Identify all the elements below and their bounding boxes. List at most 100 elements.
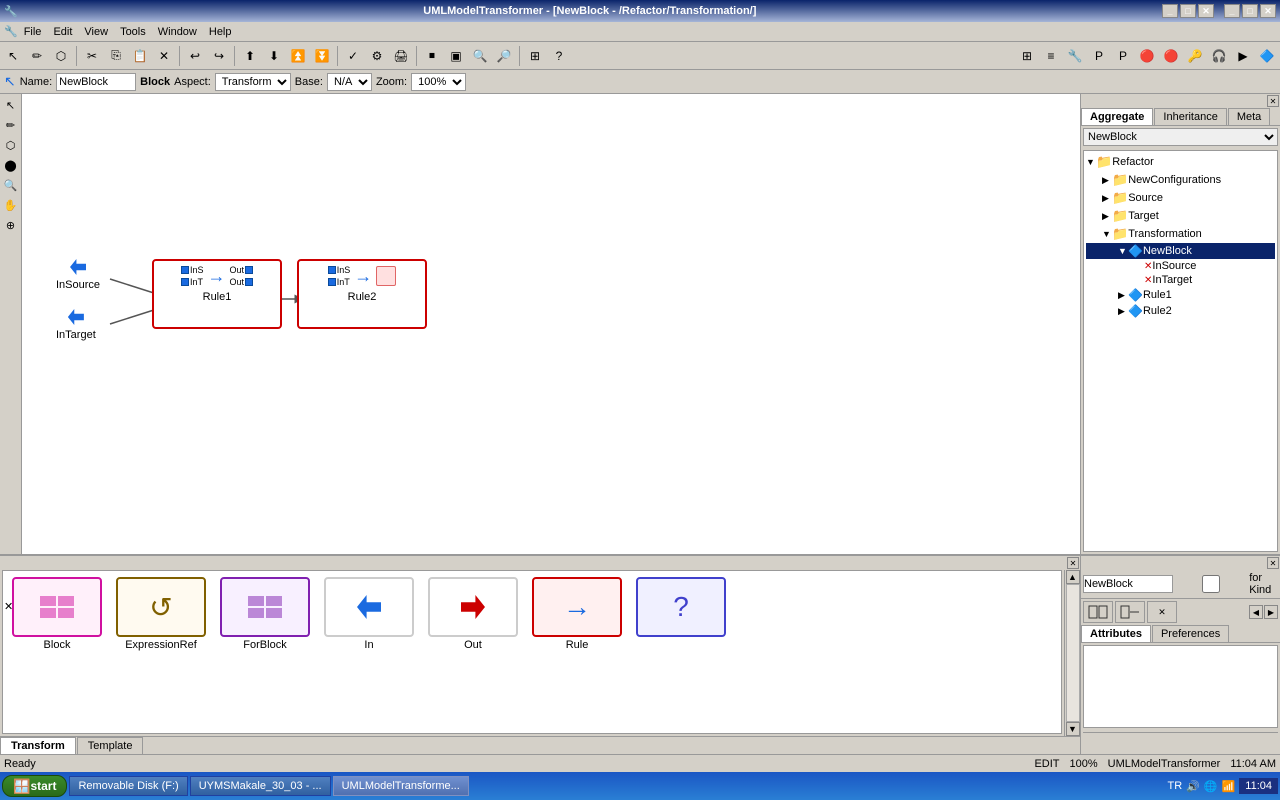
lt-select[interactable]: ↖	[2, 96, 20, 114]
taskbar-item-1[interactable]: UYMSMakale_30_03 - ...	[190, 776, 331, 796]
tab-attributes[interactable]: Attributes	[1081, 625, 1151, 642]
tool-r4[interactable]: P	[1088, 45, 1110, 67]
rb-name-input[interactable]	[1083, 575, 1173, 593]
expand-rule2[interactable]: ▶	[1118, 306, 1128, 317]
tool-bottom[interactable]: ⏬	[311, 45, 333, 67]
tab-inheritance[interactable]: Inheritance	[1154, 108, 1226, 125]
menu-edit[interactable]: Edit	[47, 24, 78, 40]
tab-template[interactable]: Template	[77, 737, 144, 754]
tool-copy[interactable]: ⎘	[105, 45, 127, 67]
tool-cut[interactable]: ✂	[81, 45, 103, 67]
tool-print[interactable]: 🖨	[390, 45, 412, 67]
palette-in[interactable]: In	[319, 575, 419, 653]
tree-select-dropdown[interactable]: NewBlock	[1083, 128, 1278, 146]
scroll-up-btn[interactable]: ▲	[1066, 570, 1080, 584]
palette-forblock[interactable]: ForBlock	[215, 575, 315, 653]
expand-newblock[interactable]: ▼	[1118, 246, 1128, 256]
app-restore-btn[interactable]: □	[1180, 4, 1196, 18]
tree-item-intarget[interactable]: ▶ ✕ InTarget	[1086, 273, 1275, 287]
bottom-close-icon[interactable]: ✕	[4, 600, 13, 613]
tab-preferences[interactable]: Preferences	[1152, 625, 1229, 642]
tool-r11[interactable]: 🔷	[1256, 45, 1278, 67]
tree-item-target[interactable]: ▶ 📁 Target	[1086, 207, 1275, 225]
tree-item-rule2[interactable]: ▶ 🔷 Rule2	[1086, 303, 1275, 319]
base-select[interactable]: N/A	[327, 73, 372, 91]
tool-check[interactable]: ✓	[342, 45, 364, 67]
name-input[interactable]	[56, 73, 136, 91]
rb-kind-checkbox[interactable]	[1177, 575, 1245, 593]
palette-close-btn[interactable]: ✕	[1067, 557, 1079, 569]
taskbar-item-2[interactable]: UMLModelTransforme...	[333, 776, 469, 796]
start-button[interactable]: 🪟 start	[2, 775, 67, 797]
doc-close-btn[interactable]: ✕	[1260, 4, 1276, 18]
intarget-node[interactable]: InTarget	[56, 309, 96, 341]
tool-redo[interactable]: ↪	[208, 45, 230, 67]
tool-r7[interactable]: 🔴	[1160, 45, 1182, 67]
tool-top[interactable]: ⏫	[287, 45, 309, 67]
rb-nav-right[interactable]: ▶	[1264, 605, 1278, 619]
tool-zoom2[interactable]: 🔎	[493, 45, 515, 67]
palette-rule[interactable]: → Rule	[527, 575, 627, 653]
tool-stop[interactable]: ⏹	[421, 45, 443, 67]
aspect-select[interactable]: Transform	[215, 73, 291, 91]
menu-help[interactable]: Help	[203, 24, 238, 40]
doc-minimize-btn[interactable]: _	[1224, 4, 1240, 18]
tool-r9[interactable]: 🎧	[1208, 45, 1230, 67]
tool-r6[interactable]: 🔴	[1136, 45, 1158, 67]
menu-file[interactable]: File	[18, 24, 48, 40]
rb-btn-left[interactable]	[1083, 601, 1113, 623]
menu-window[interactable]: Window	[152, 24, 203, 40]
tree-item-rule1[interactable]: ▶ 🔷 Rule1	[1086, 287, 1275, 303]
tool-rect[interactable]: ▣	[445, 45, 467, 67]
palette-scrollbar[interactable]: ▲ ▼	[1064, 570, 1080, 736]
tool-paste[interactable]: 📋	[129, 45, 151, 67]
tree-item-insource[interactable]: ▶ ✕ InSource	[1086, 259, 1275, 273]
tool-q[interactable]: ?	[548, 45, 570, 67]
tool-r2[interactable]: ≡	[1040, 45, 1062, 67]
rb-btn-mid[interactable]	[1115, 601, 1145, 623]
lt-lasso[interactable]: ⬤	[2, 156, 20, 174]
tool-up[interactable]: ⬆	[239, 45, 261, 67]
doc-restore-btn[interactable]: □	[1242, 4, 1258, 18]
tool-shape[interactable]: ⬡	[50, 45, 72, 67]
tree-container[interactable]: ▼ 📁 Refactor ▶ 📁 NewConfigurations ▶ 📁 S…	[1083, 150, 1278, 552]
expand-newconfigs[interactable]: ▶	[1102, 175, 1112, 186]
rule1-node[interactable]: InS InT → Out Out Rule1	[152, 259, 282, 329]
rb-close-btn[interactable]: ✕	[1267, 557, 1279, 569]
tab-meta[interactable]: Meta	[1228, 108, 1270, 125]
tool-delete[interactable]: ✕	[153, 45, 175, 67]
insource-node[interactable]: InSource	[56, 259, 100, 291]
tab-aggregate[interactable]: Aggregate	[1081, 108, 1153, 125]
palette-unknown[interactable]: ?	[631, 575, 731, 639]
tab-transform[interactable]: Transform	[0, 737, 76, 754]
lt-eraser[interactable]: ⬡	[2, 136, 20, 154]
expand-target[interactable]: ▶	[1102, 211, 1112, 222]
expand-refactor[interactable]: ▼	[1086, 157, 1096, 167]
tree-item-newconfigs[interactable]: ▶ 📁 NewConfigurations	[1086, 171, 1275, 189]
canvas-area[interactable]: InSource InTarget InS InT → Out Out	[22, 94, 1080, 554]
palette-out[interactable]: Out	[423, 575, 523, 653]
tool-r8[interactable]: 🔑	[1184, 45, 1206, 67]
zoom-select[interactable]: 100%	[411, 73, 466, 91]
tool-pencil[interactable]: ✏	[26, 45, 48, 67]
taskbar-item-0[interactable]: Removable Disk (F:)	[69, 776, 187, 796]
menu-tools[interactable]: Tools	[114, 24, 152, 40]
expand-transformation[interactable]: ▼	[1102, 229, 1112, 239]
tree-item-newblock[interactable]: ▼ 🔷 NewBlock	[1086, 243, 1275, 259]
palette-block[interactable]: Block	[7, 575, 107, 653]
lt-pan[interactable]: ✋	[2, 196, 20, 214]
tree-item-transformation[interactable]: ▼ 📁 Transformation	[1086, 225, 1275, 243]
rb-nav-left[interactable]: ◀	[1249, 605, 1263, 619]
expand-rule1[interactable]: ▶	[1118, 290, 1128, 301]
menu-view[interactable]: View	[78, 24, 114, 40]
lt-extra[interactable]: ⊕	[2, 216, 20, 234]
palette-expressionref[interactable]: ↺ ExpressionRef	[111, 575, 211, 653]
right-panel-close-btn[interactable]: ✕	[1267, 95, 1279, 107]
scroll-thumb[interactable]	[1066, 584, 1080, 722]
lt-pencil[interactable]: ✏	[2, 116, 20, 134]
tool-undo[interactable]: ↩	[184, 45, 206, 67]
tool-zoom[interactable]: 🔍	[469, 45, 491, 67]
tool-fit[interactable]: ⊞	[524, 45, 546, 67]
scroll-down-btn[interactable]: ▼	[1066, 722, 1080, 736]
rb-btn-right[interactable]: ✕	[1147, 601, 1177, 623]
